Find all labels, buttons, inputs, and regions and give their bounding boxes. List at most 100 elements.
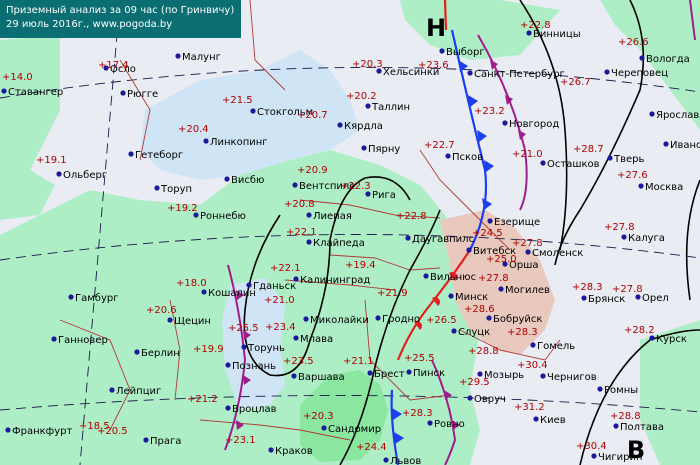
station-marker <box>68 294 74 300</box>
station-marker <box>225 362 231 368</box>
map-title-box: Приземный анализ за 09 час (по Гринвичу)… <box>0 0 241 38</box>
temperature-label: +19.2 <box>167 203 198 214</box>
city-label: Рига <box>372 190 396 201</box>
temperature-label: +30.4 <box>517 360 548 371</box>
station-marker <box>477 371 483 377</box>
temperature-label: +18.0 <box>176 278 207 289</box>
temperature-label: +28.3 <box>402 408 433 419</box>
city-label: Москва <box>645 182 683 193</box>
temperature-label: +27.8 <box>478 273 509 284</box>
city-label: Калининград <box>300 275 370 286</box>
city-label: Лиепая <box>313 211 352 222</box>
city-label: Миколайки <box>310 315 369 326</box>
temperature-label: +31.2 <box>514 402 545 413</box>
temperature-label: +20.5 <box>97 426 128 437</box>
station-marker <box>423 273 429 279</box>
station-marker <box>203 138 209 144</box>
temperature-label: +25.5 <box>404 353 435 364</box>
station-marker <box>201 289 207 295</box>
temperature-label: +20.7 <box>297 110 328 121</box>
city-label: Варшава <box>298 372 345 383</box>
temperature-label: +22.3 <box>340 181 371 192</box>
city-label: Осташков <box>547 159 600 170</box>
station-marker <box>530 342 536 348</box>
warm-zone-west <box>0 35 60 220</box>
city-label: Пинск <box>413 368 445 379</box>
temperature-label: +20.3 <box>352 59 383 70</box>
city-label: Мозырь <box>484 370 524 381</box>
city-label: Гродно <box>382 314 420 325</box>
temperature-label: +20.2 <box>346 91 377 102</box>
temperature-label: +20.9 <box>297 165 328 176</box>
station-marker <box>466 247 472 253</box>
station-marker <box>467 395 473 401</box>
city-label: Вологда <box>646 54 690 65</box>
station-marker <box>268 447 274 453</box>
temperature-label: +25.5 <box>228 323 259 334</box>
station-marker <box>663 141 669 147</box>
temperature-label: +20.3 <box>303 411 334 422</box>
temperature-label: +29.5 <box>459 377 490 388</box>
temperature-label: +23.4 <box>265 322 296 333</box>
city-label: Висбю <box>231 175 264 186</box>
temperature-label: +25.0 <box>486 254 517 265</box>
station-marker <box>250 108 256 114</box>
station-marker <box>621 234 627 240</box>
temperature-label: +27.8 <box>512 238 543 249</box>
city-label: Кошалин <box>208 288 256 299</box>
city-label: Ганновер <box>58 335 108 346</box>
city-label: Роннебю <box>200 211 246 222</box>
city-label: Даугавпилс <box>412 234 474 245</box>
city-label: Ивано <box>670 140 700 151</box>
temperature-label: +22.8 <box>520 20 551 31</box>
city-label: Минск <box>455 292 488 303</box>
temperature-label: +28.3 <box>507 327 538 338</box>
station-marker <box>591 453 597 459</box>
station-marker <box>56 171 62 177</box>
station-marker <box>607 155 613 161</box>
station-marker <box>439 48 445 54</box>
station-marker <box>597 386 603 392</box>
city-label: Гетеборг <box>135 150 183 161</box>
city-label: Клайпеда <box>313 238 365 249</box>
low-pressure-center: Н <box>426 14 446 42</box>
map-title: Приземный анализ за 09 час (по Гринвичу) <box>6 5 235 16</box>
city-label: Рюгге <box>127 89 158 100</box>
temperature-label: +27.8 <box>604 222 635 233</box>
temperature-label: +23.6 <box>418 60 449 71</box>
temperature-label: +22.1 <box>286 227 317 238</box>
station-marker <box>175 53 181 59</box>
station-marker <box>604 69 610 75</box>
city-label: Таллин <box>371 102 410 113</box>
station-marker <box>540 373 546 379</box>
station-marker <box>303 316 309 322</box>
city-label: Полтава <box>620 422 664 433</box>
station-marker <box>1 88 7 94</box>
station-marker <box>451 328 457 334</box>
city-label: Ровно <box>434 419 465 430</box>
city-label: Новгород <box>509 119 559 130</box>
station-marker <box>361 145 367 151</box>
station-marker <box>154 185 160 191</box>
temperature-label: +22.1 <box>270 263 301 274</box>
city-label: Тверь <box>613 154 645 165</box>
temperature-label: +20.6 <box>146 305 177 316</box>
city-label: Гамбург <box>75 293 118 304</box>
station-marker <box>467 70 473 76</box>
city-label: Могилев <box>505 285 550 296</box>
station-marker <box>375 315 381 321</box>
station-marker <box>321 425 327 431</box>
city-label: Гомель <box>537 341 575 352</box>
weather-map: СтавангерОслоМалунгРюггеСтокгольмЛинкопи… <box>0 0 700 465</box>
station-marker <box>525 249 531 255</box>
temperature-label: +19.9 <box>193 344 224 355</box>
temperature-label: +17.4 <box>98 60 129 71</box>
temperature-label: +24.5 <box>472 228 503 239</box>
station-marker <box>638 183 644 189</box>
temperature-label: +19.4 <box>345 260 376 271</box>
temperature-label: +28.7 <box>573 144 604 155</box>
city-label: Гданьск <box>253 281 296 292</box>
temperature-label: +22.8 <box>396 211 427 222</box>
city-label: Франкфурт <box>12 426 72 437</box>
station-marker <box>406 369 412 375</box>
